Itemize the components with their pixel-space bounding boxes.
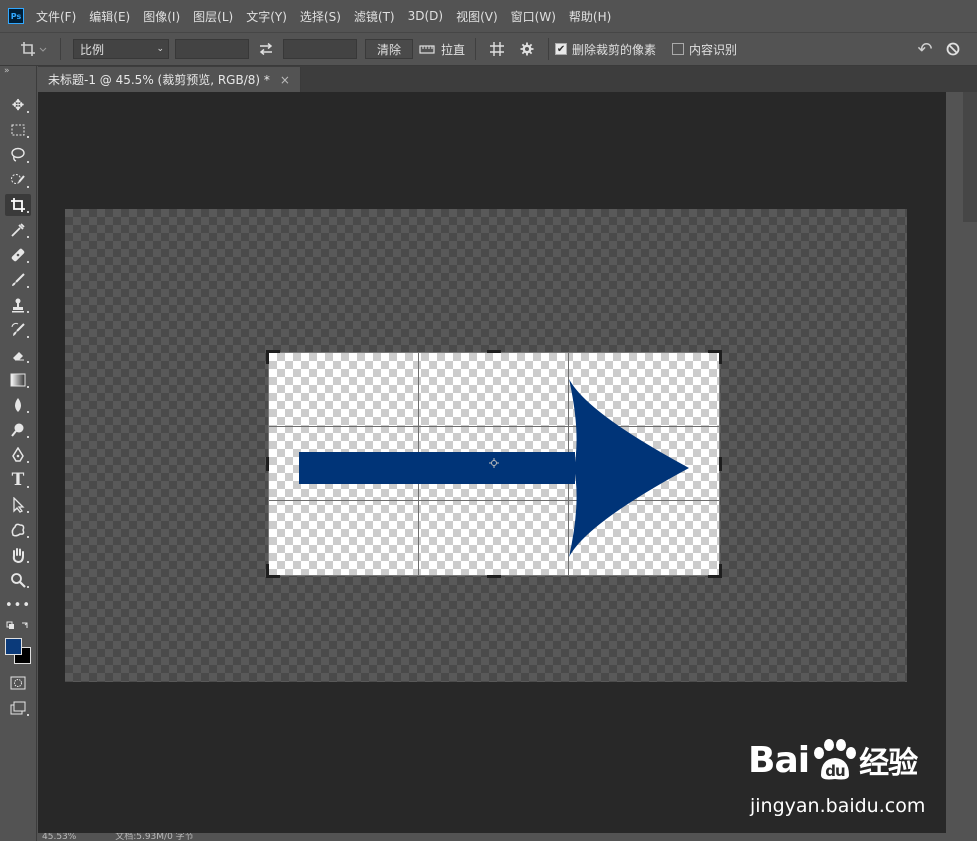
menu-select[interactable]: 选择(S) [300,8,341,25]
ratio-select-label: 比例 [80,42,105,57]
baidu-logo-text-left: Bai [748,739,810,781]
chevron-down-icon: ⌄ [156,44,164,54]
clone-stamp-tool-icon[interactable] [5,294,31,316]
canvas-area[interactable] [38,92,946,833]
document-tab[interactable]: 未标题-1 @ 45.5% (裁剪预览, RGB/8) * × [38,67,301,92]
brush-tool-icon[interactable] [5,269,31,291]
crop-handle-right[interactable] [719,457,722,471]
quick-selection-tool-icon[interactable] [5,169,31,191]
custom-shape-tool-icon[interactable] [5,519,31,541]
baidu-logo-text-right: 经验 [859,746,918,781]
menu-layer[interactable]: 图层(L) [193,8,233,25]
healing-brush-tool-icon[interactable] [5,244,31,266]
delete-cropped-checkbox[interactable]: ✔ [555,43,568,55]
menu-bar: Ps 文件(F) 编辑(E) 图像(I) 图层(L) 文字(Y) 选择(S) 滤… [0,0,977,32]
more-tools-icon[interactable]: ••• [5,594,31,616]
menu-type[interactable]: 文字(Y) [246,8,287,25]
ratio-select[interactable]: 比例 ⌄ [73,39,169,59]
gear-icon[interactable] [512,42,542,56]
right-panel-strip [946,92,977,841]
zoom-level[interactable]: 45.53% [42,833,76,841]
crop-tool-icon[interactable] [5,194,31,216]
move-tool-icon[interactable]: ✥ [5,94,31,116]
separator [475,38,477,60]
menu-help[interactable]: 帮助(H) [569,8,611,25]
straighten-icon[interactable] [413,43,441,55]
type-tool-icon[interactable]: T [5,469,31,491]
marquee-tool-icon[interactable] [5,119,31,141]
crop-handle-bottom-right[interactable] [719,564,722,578]
content-aware-label: 内容识别 [689,42,738,57]
menu-window[interactable]: 窗口(W) [511,8,556,25]
crop-handle-left[interactable] [266,457,269,471]
quick-mask-icon[interactable] [5,672,31,694]
clear-button[interactable]: 清除 [365,39,413,59]
eraser-tool-icon[interactable] [5,344,31,366]
screen-mode-icon[interactable] [5,697,31,719]
gradient-tool-icon[interactable] [5,369,31,391]
menu-file[interactable]: 文件(F) [36,8,76,25]
close-icon[interactable]: × [280,73,290,87]
cancel-icon[interactable] [939,42,967,56]
separator [60,38,61,60]
width-input[interactable] [175,39,249,59]
crop-center-icon [489,457,499,468]
baidu-jingyan-watermark: Bai du 经验 jingyan.baidu.com [748,738,948,828]
svg-text:du: du [825,762,845,780]
document-tab-bar: 未标题-1 @ 45.5% (裁剪预览, RGB/8) * × [38,66,977,92]
default-colors-icon[interactable] [5,618,31,634]
eyedropper-tool-icon[interactable] [5,219,31,241]
straighten-label[interactable]: 拉直 [441,41,465,58]
grid-overlay-icon[interactable] [482,41,512,57]
hand-tool-icon[interactable] [5,544,31,566]
crop-handle-bottom-left[interactable] [266,564,269,578]
crop-handle-top-right[interactable] [719,350,722,364]
menu-3d[interactable]: 3D(D) [408,9,443,23]
paw-icon: du [811,739,857,781]
delete-cropped-label: 删除裁剪的像素 [572,42,657,57]
crop-preset-icon[interactable] [14,40,54,58]
crop-handle-top[interactable] [487,350,501,353]
baidu-logo: Bai du 经验 [748,738,918,782]
dodge-tool-icon[interactable] [5,419,31,441]
content-aware-checkbox[interactable] [672,43,685,55]
zoom-tool-icon[interactable] [5,569,31,591]
menu-filter[interactable]: 滤镜(T) [354,8,395,25]
collapse-icon[interactable]: » [4,66,10,76]
crop-handle-top-left[interactable] [266,350,269,364]
swap-arrows-icon[interactable] [249,43,283,55]
history-brush-tool-icon[interactable] [5,319,31,341]
options-bar: 比例 ⌄ 清除 拉直 ✔ 删除裁剪的像素 内容识别 ↶ [0,32,977,66]
foreground-color-swatch[interactable] [5,638,22,655]
document-tab-title: 未标题-1 @ 45.5% (裁剪预览, RGB/8) * [48,73,270,87]
pen-tool-icon[interactable] [5,444,31,466]
crop-box[interactable] [266,350,722,578]
path-selection-tool-icon[interactable] [5,494,31,516]
status-bar: 45.53% 文档:5.93M/0 字节 [38,833,946,841]
menu-view[interactable]: 视图(V) [456,8,498,25]
separator [548,38,550,60]
menu-image[interactable]: 图像(I) [143,8,180,25]
reset-icon[interactable]: ↶ [911,39,939,60]
height-input[interactable] [283,39,357,59]
crop-handle-bottom[interactable] [487,575,501,578]
blur-tool-icon[interactable] [5,394,31,416]
watermark-url: jingyan.baidu.com [750,795,926,817]
menu-edit[interactable]: 编辑(E) [89,8,130,25]
panel-dock[interactable] [963,92,977,222]
photoshop-logo-icon: Ps [8,8,24,24]
lasso-tool-icon[interactable] [5,144,31,166]
document-info[interactable]: 文档:5.93M/0 字节 [115,833,193,841]
tools-panel: » ✥ T ••• [0,66,37,841]
